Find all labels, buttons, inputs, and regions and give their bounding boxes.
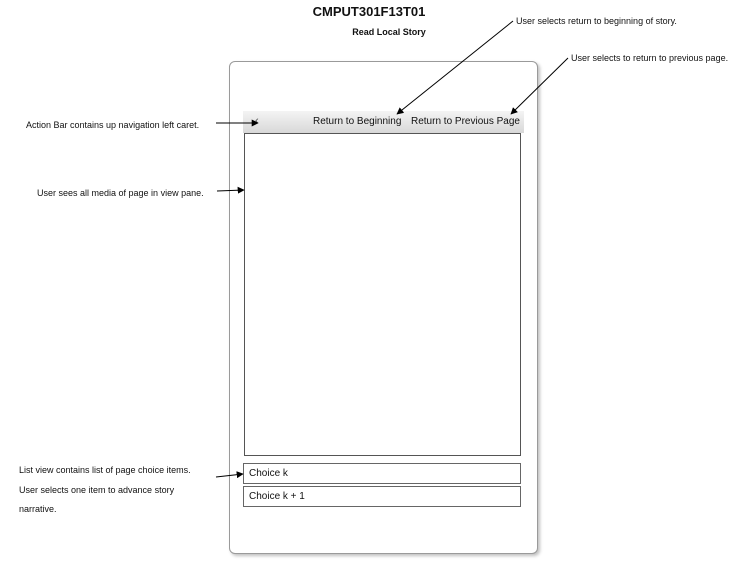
arrow-return-previous xyxy=(510,57,569,115)
arrow-return-beginning xyxy=(396,20,514,115)
arrow-list-view xyxy=(215,471,244,479)
annotation-arrows xyxy=(215,20,569,479)
arrow-view-pane xyxy=(216,186,245,194)
